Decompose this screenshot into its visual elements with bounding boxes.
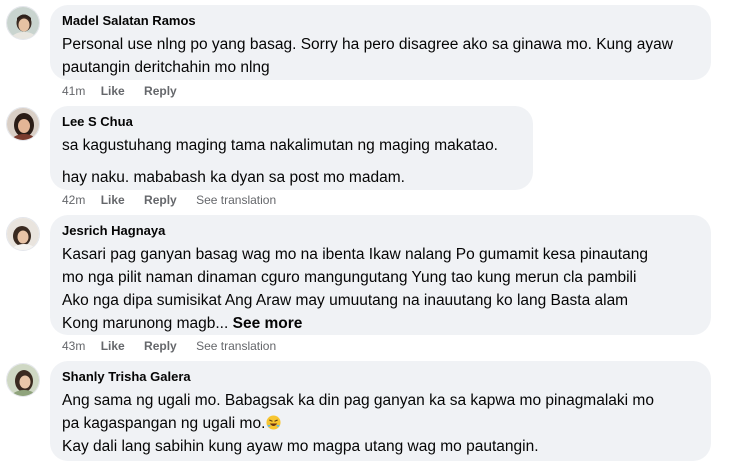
see-translation-link[interactable]: See translation: [196, 338, 276, 354]
avatar[interactable]: [6, 217, 40, 251]
comment-text: Personal use nlng po yang basag. Sorry h…: [62, 33, 699, 79]
comment-bubble: Madel Salatan Ramos Personal use nlng po…: [50, 5, 711, 80]
comment-text: Kasari pag ganyan basag wag mo na ibenta…: [62, 243, 699, 335]
like-button[interactable]: Like: [101, 192, 125, 208]
comment-line: Ang sama ng ugali mo. Babagsak ka din pa…: [62, 392, 654, 409]
comment-bubble: Lee S Chua sa kagustuhang maging tama na…: [50, 106, 533, 190]
comment-line: Personal use nlng po yang basag. Sorry h…: [62, 36, 673, 53]
avatar[interactable]: [6, 6, 40, 40]
see-translation-link[interactable]: See translation: [196, 192, 276, 208]
reply-button[interactable]: Reply: [144, 192, 177, 208]
reply-button[interactable]: Reply: [144, 83, 177, 99]
comment-line: Kong marunong magb... See more: [62, 312, 699, 335]
comment-author[interactable]: Lee S Chua: [62, 114, 521, 130]
comment-line: mo nga pilit naman dinaman cguro mangung…: [62, 269, 637, 286]
comment-actions: 42m Like Reply See translation: [62, 192, 276, 208]
comment-line: pautangin deritchahin mo nlng: [62, 59, 270, 76]
avatar[interactable]: [6, 363, 40, 397]
comment-timestamp[interactable]: 42m: [62, 192, 85, 208]
comment-author[interactable]: Jesrich Hagnaya: [62, 223, 699, 239]
comment-bubble: Shanly Trisha Galera Ang sama ng ugali m…: [50, 361, 711, 461]
comment-truncated-text: Kong marunong magb...: [62, 315, 229, 332]
see-more-link[interactable]: See more: [233, 315, 303, 332]
comment-timestamp[interactable]: 41m: [62, 83, 85, 99]
comment-line-text: pa kagaspangan ng ugali mo.: [62, 415, 266, 432]
like-button[interactable]: Like: [101, 83, 125, 99]
comment-line: hay naku. mababash ka dyan sa post mo ma…: [62, 169, 405, 186]
comment-line: pa kagaspangan ng ugali mo.: [62, 412, 699, 435]
rolling-on-floor-laughing-emoji-icon: [266, 415, 281, 430]
avatar[interactable]: [6, 107, 40, 141]
comment-author[interactable]: Shanly Trisha Galera: [62, 369, 699, 385]
comment-actions: 43m Like Reply See translation: [62, 338, 276, 354]
like-button[interactable]: Like: [101, 338, 125, 354]
reply-button[interactable]: Reply: [144, 338, 177, 354]
comment-timestamp[interactable]: 43m: [62, 338, 85, 354]
comment-text: Ang sama ng ugali mo. Babagsak ka din pa…: [62, 389, 699, 458]
comment-line: Ako nga dipa sumisikat Ang Araw may umuu…: [62, 292, 629, 309]
comment-text: sa kagustuhang maging tama nakalimutan n…: [62, 134, 521, 189]
comment-line: Kay dali lang sabihin kung ayaw mo magpa…: [62, 438, 539, 455]
comment-line: Kasari pag ganyan basag wag mo na ibenta…: [62, 246, 648, 263]
comment-actions: 41m Like Reply: [62, 83, 193, 99]
comment-line: sa kagustuhang maging tama nakalimutan n…: [62, 137, 498, 154]
comment-bubble: Jesrich Hagnaya Kasari pag ganyan basag …: [50, 215, 711, 335]
comment-author[interactable]: Madel Salatan Ramos: [62, 13, 699, 29]
